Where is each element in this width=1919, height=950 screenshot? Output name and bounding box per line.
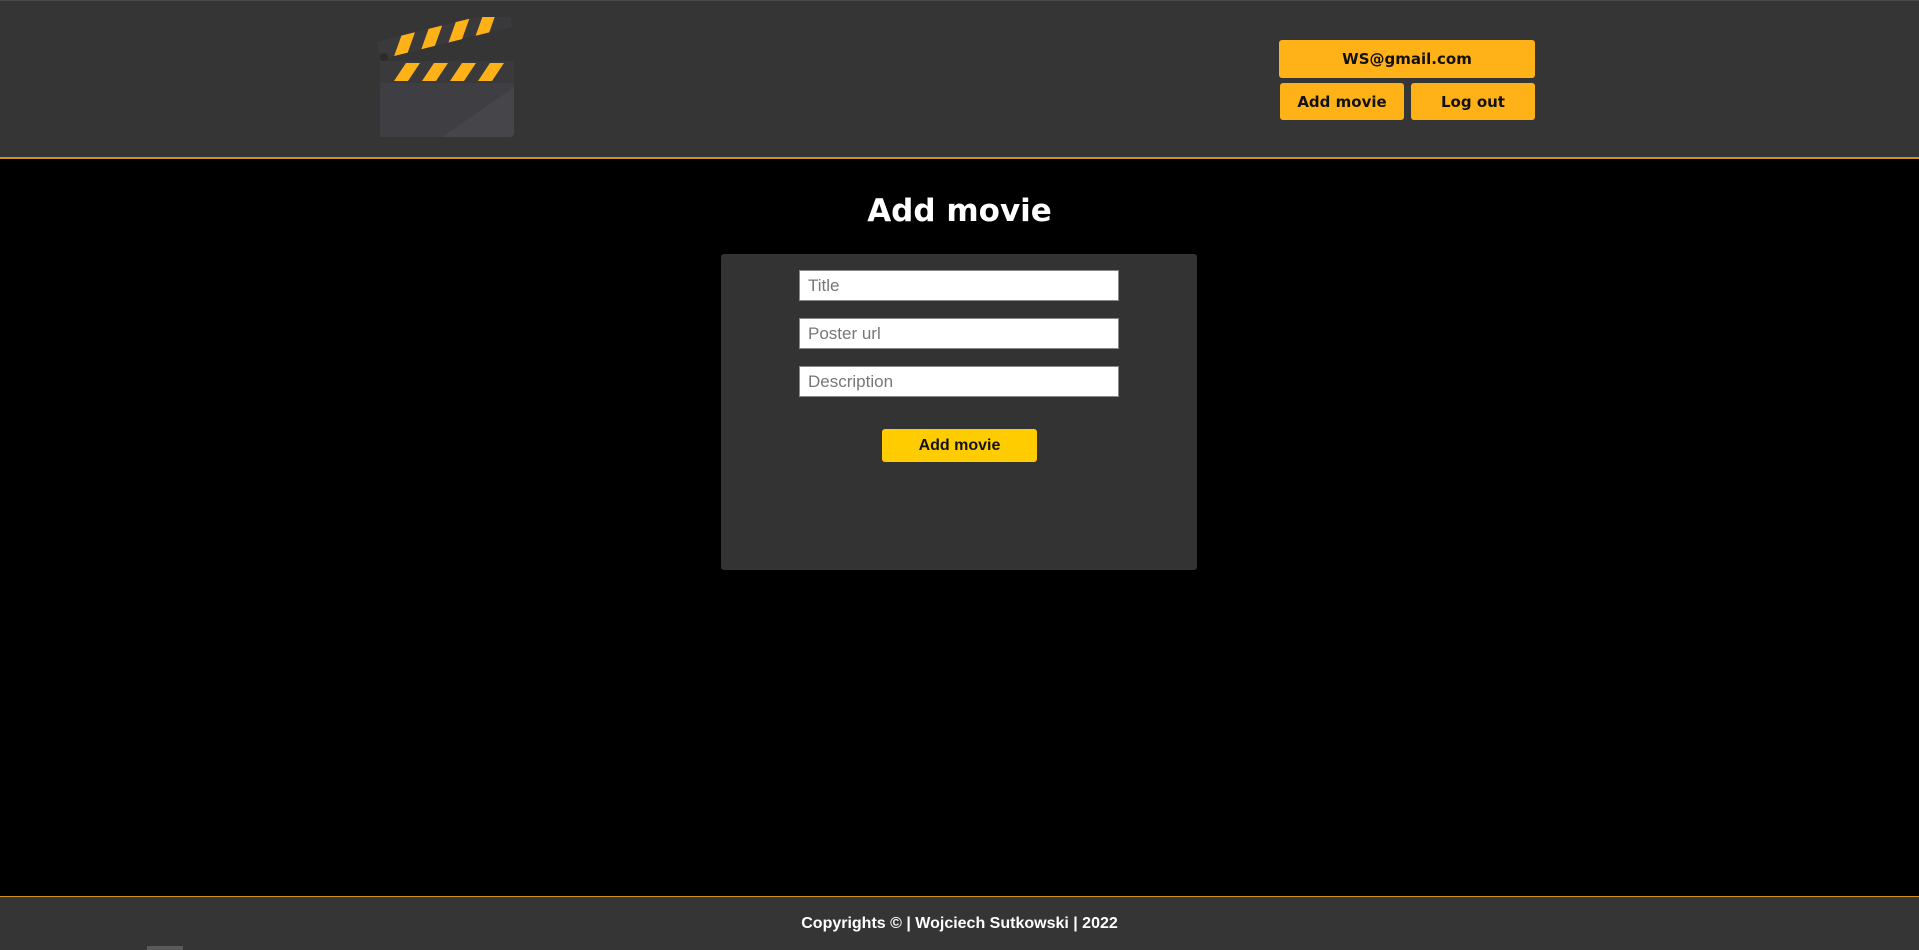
page-title: Add movie	[867, 193, 1052, 229]
user-email-button[interactable]: WS@gmail.com	[1279, 40, 1535, 78]
clapperboard-icon[interactable]	[372, 9, 520, 141]
title-input[interactable]	[799, 270, 1119, 301]
logout-button[interactable]: Log out	[1411, 83, 1535, 120]
horizontal-scrollbar-thumb[interactable]	[147, 946, 183, 950]
add-movie-form: Add movie	[721, 254, 1197, 570]
description-input[interactable]	[799, 366, 1119, 397]
poster-url-input[interactable]	[799, 318, 1119, 349]
site-header: WS@gmail.com Add movie Log out	[0, 0, 1919, 159]
add-movie-submit-button[interactable]: Add movie	[882, 429, 1037, 462]
nav-add-movie-button[interactable]: Add movie	[1280, 83, 1404, 120]
copyright-text: Copyrights © | Wojciech Sutkowski | 2022	[801, 914, 1118, 932]
site-footer: Copyrights © | Wojciech Sutkowski | 2022	[0, 896, 1919, 950]
